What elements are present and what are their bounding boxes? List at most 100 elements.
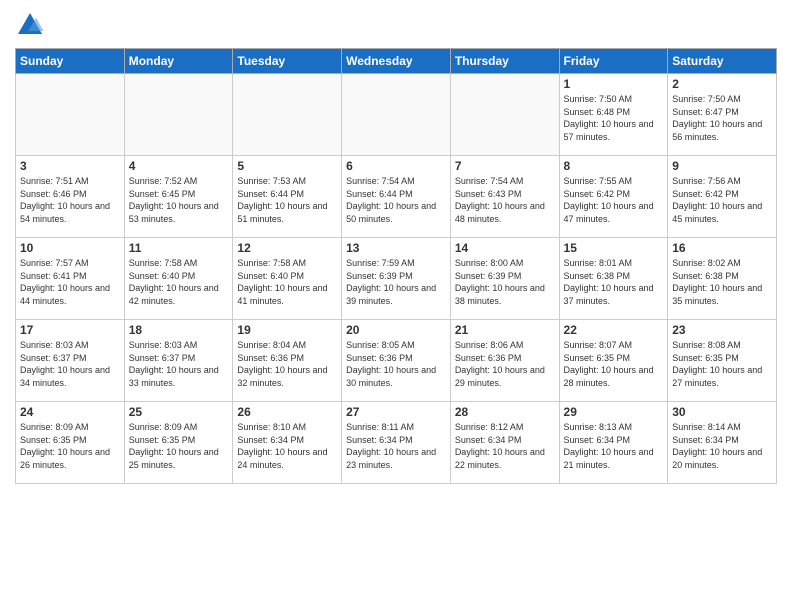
calendar-day-cell: 22 Sunrise: 8:07 AM Sunset: 6:35 PM Dayli…: [559, 320, 668, 402]
day-number: 6: [346, 159, 446, 173]
calendar-day-cell: 11Sunrise: 7:58 AM Sunset: 6:40 PM Dayli…: [124, 238, 233, 320]
day-number: 27: [346, 405, 446, 419]
calendar-day-cell: [450, 74, 559, 156]
day-info: Sunrise: 8:02 AM Sunset: 6:38 PM Dayligh…: [672, 257, 772, 307]
day-info: Sunrise: 8:07 AM Sunset: 6:35 PM Dayligh…: [564, 339, 664, 389]
day-number: 7: [455, 159, 555, 173]
calendar-day-cell: 15 Sunrise: 8:01 AM Sunset: 6:38 PM Dayli…: [559, 238, 668, 320]
day-info: Sunrise: 8:10 AM Sunset: 6:34 PM Dayligh…: [237, 421, 337, 471]
weekday-header: Sunday: [16, 49, 125, 74]
day-number: 29: [564, 405, 664, 419]
calendar-day-cell: 12 Sunrise: 7:58 AM Sunset: 6:40 PM Dayli…: [233, 238, 342, 320]
day-info: Sunrise: 8:13 AM Sunset: 6:34 PM Dayligh…: [564, 421, 664, 471]
calendar-day-cell: 6 Sunrise: 7:54 AM Sunset: 6:44 PM Daylig…: [342, 156, 451, 238]
calendar-day-cell: [342, 74, 451, 156]
calendar-day-cell: 17 Sunrise: 8:03 AM Sunset: 6:37 PM Dayli…: [16, 320, 125, 402]
calendar-week-row: 10 Sunrise: 7:57 AM Sunset: 6:41 PM Dayli…: [16, 238, 777, 320]
weekday-header: Friday: [559, 49, 668, 74]
day-info: Sunrise: 7:58 AM Sunset: 6:40 PM Dayligh…: [129, 257, 229, 307]
day-info: Sunrise: 8:08 AM Sunset: 6:35 PM Dayligh…: [672, 339, 772, 389]
day-number: 2: [672, 77, 772, 91]
day-info: Sunrise: 7:50 AM Sunset: 6:48 PM Dayligh…: [564, 93, 664, 143]
day-number: 28: [455, 405, 555, 419]
weekday-header: Wednesday: [342, 49, 451, 74]
day-number: 23: [672, 323, 772, 337]
calendar-day-cell: 1 Sunrise: 7:50 AM Sunset: 6:48 PM Daylig…: [559, 74, 668, 156]
day-info: Sunrise: 8:01 AM Sunset: 6:38 PM Dayligh…: [564, 257, 664, 307]
calendar-day-cell: 14Sunrise: 8:00 AM Sunset: 6:39 PM Dayli…: [450, 238, 559, 320]
day-info: Sunrise: 7:53 AM Sunset: 6:44 PM Dayligh…: [237, 175, 337, 225]
calendar-day-cell: 3Sunrise: 7:51 AM Sunset: 6:46 PM Daylig…: [16, 156, 125, 238]
day-number: 12: [237, 241, 337, 255]
day-info: Sunrise: 8:12 AM Sunset: 6:34 PM Dayligh…: [455, 421, 555, 471]
calendar-day-cell: 21 Sunrise: 8:06 AM Sunset: 6:36 PM Dayli…: [450, 320, 559, 402]
calendar-day-cell: 18 Sunrise: 8:03 AM Sunset: 6:37 PM Dayli…: [124, 320, 233, 402]
calendar-day-cell: 25 Sunrise: 8:09 AM Sunset: 6:35 PM Dayli…: [124, 402, 233, 484]
day-number: 24: [20, 405, 120, 419]
logo-icon: [15, 10, 45, 40]
logo: [15, 10, 49, 40]
day-number: 21: [455, 323, 555, 337]
calendar-day-cell: 9 Sunrise: 7:56 AM Sunset: 6:42 PM Daylig…: [668, 156, 777, 238]
day-number: 9: [672, 159, 772, 173]
calendar-day-cell: [233, 74, 342, 156]
calendar-day-cell: [124, 74, 233, 156]
day-info: Sunrise: 7:51 AM Sunset: 6:46 PM Dayligh…: [20, 175, 120, 225]
calendar-day-cell: 30Sunrise: 8:14 AM Sunset: 6:34 PM Dayli…: [668, 402, 777, 484]
day-number: 18: [129, 323, 229, 337]
day-number: 4: [129, 159, 229, 173]
calendar-day-cell: 16 Sunrise: 8:02 AM Sunset: 6:38 PM Dayli…: [668, 238, 777, 320]
day-info: Sunrise: 7:50 AM Sunset: 6:47 PM Dayligh…: [672, 93, 772, 143]
weekday-header: Thursday: [450, 49, 559, 74]
day-number: 20: [346, 323, 446, 337]
day-number: 5: [237, 159, 337, 173]
weekday-header: Tuesday: [233, 49, 342, 74]
day-number: 22: [564, 323, 664, 337]
calendar-day-cell: 19Sunrise: 8:04 AM Sunset: 6:36 PM Dayli…: [233, 320, 342, 402]
calendar-day-cell: 27 Sunrise: 8:11 AM Sunset: 6:34 PM Dayli…: [342, 402, 451, 484]
day-number: 8: [564, 159, 664, 173]
day-info: Sunrise: 8:11 AM Sunset: 6:34 PM Dayligh…: [346, 421, 446, 471]
calendar-week-row: 1 Sunrise: 7:50 AM Sunset: 6:48 PM Daylig…: [16, 74, 777, 156]
page-container: SundayMondayTuesdayWednesdayThursdayFrid…: [0, 0, 792, 612]
calendar-day-cell: 4 Sunrise: 7:52 AM Sunset: 6:45 PM Daylig…: [124, 156, 233, 238]
calendar-day-cell: 20 Sunrise: 8:05 AM Sunset: 6:36 PM Dayli…: [342, 320, 451, 402]
day-number: 15: [564, 241, 664, 255]
day-info: Sunrise: 7:56 AM Sunset: 6:42 PM Dayligh…: [672, 175, 772, 225]
day-number: 30: [672, 405, 772, 419]
day-number: 16: [672, 241, 772, 255]
calendar-day-cell: 13Sunrise: 7:59 AM Sunset: 6:39 PM Dayli…: [342, 238, 451, 320]
calendar-day-cell: 7 Sunrise: 7:54 AM Sunset: 6:43 PM Daylig…: [450, 156, 559, 238]
day-info: Sunrise: 8:06 AM Sunset: 6:36 PM Dayligh…: [455, 339, 555, 389]
day-number: 17: [20, 323, 120, 337]
day-info: Sunrise: 8:00 AM Sunset: 6:39 PM Dayligh…: [455, 257, 555, 307]
weekday-header: Monday: [124, 49, 233, 74]
calendar-day-cell: 26 Sunrise: 8:10 AM Sunset: 6:34 PM Dayli…: [233, 402, 342, 484]
day-info: Sunrise: 8:09 AM Sunset: 6:35 PM Dayligh…: [20, 421, 120, 471]
calendar-day-cell: 10 Sunrise: 7:57 AM Sunset: 6:41 PM Dayli…: [16, 238, 125, 320]
day-number: 26: [237, 405, 337, 419]
day-number: 25: [129, 405, 229, 419]
header: [15, 10, 777, 40]
calendar: SundayMondayTuesdayWednesdayThursdayFrid…: [15, 48, 777, 484]
weekday-header-row: SundayMondayTuesdayWednesdayThursdayFrid…: [16, 49, 777, 74]
calendar-day-cell: 24 Sunrise: 8:09 AM Sunset: 6:35 PM Dayli…: [16, 402, 125, 484]
calendar-week-row: 3Sunrise: 7:51 AM Sunset: 6:46 PM Daylig…: [16, 156, 777, 238]
calendar-day-cell: [16, 74, 125, 156]
day-number: 1: [564, 77, 664, 91]
day-info: Sunrise: 7:52 AM Sunset: 6:45 PM Dayligh…: [129, 175, 229, 225]
day-number: 10: [20, 241, 120, 255]
calendar-day-cell: 5 Sunrise: 7:53 AM Sunset: 6:44 PM Daylig…: [233, 156, 342, 238]
day-info: Sunrise: 8:09 AM Sunset: 6:35 PM Dayligh…: [129, 421, 229, 471]
day-info: Sunrise: 7:57 AM Sunset: 6:41 PM Dayligh…: [20, 257, 120, 307]
day-info: Sunrise: 7:54 AM Sunset: 6:44 PM Dayligh…: [346, 175, 446, 225]
day-info: Sunrise: 7:54 AM Sunset: 6:43 PM Dayligh…: [455, 175, 555, 225]
calendar-day-cell: 28 Sunrise: 8:12 AM Sunset: 6:34 PM Dayli…: [450, 402, 559, 484]
day-info: Sunrise: 8:03 AM Sunset: 6:37 PM Dayligh…: [20, 339, 120, 389]
day-info: Sunrise: 8:04 AM Sunset: 6:36 PM Dayligh…: [237, 339, 337, 389]
day-info: Sunrise: 7:59 AM Sunset: 6:39 PM Dayligh…: [346, 257, 446, 307]
day-info: Sunrise: 7:58 AM Sunset: 6:40 PM Dayligh…: [237, 257, 337, 307]
weekday-header: Saturday: [668, 49, 777, 74]
day-info: Sunrise: 8:05 AM Sunset: 6:36 PM Dayligh…: [346, 339, 446, 389]
day-info: Sunrise: 8:03 AM Sunset: 6:37 PM Dayligh…: [129, 339, 229, 389]
